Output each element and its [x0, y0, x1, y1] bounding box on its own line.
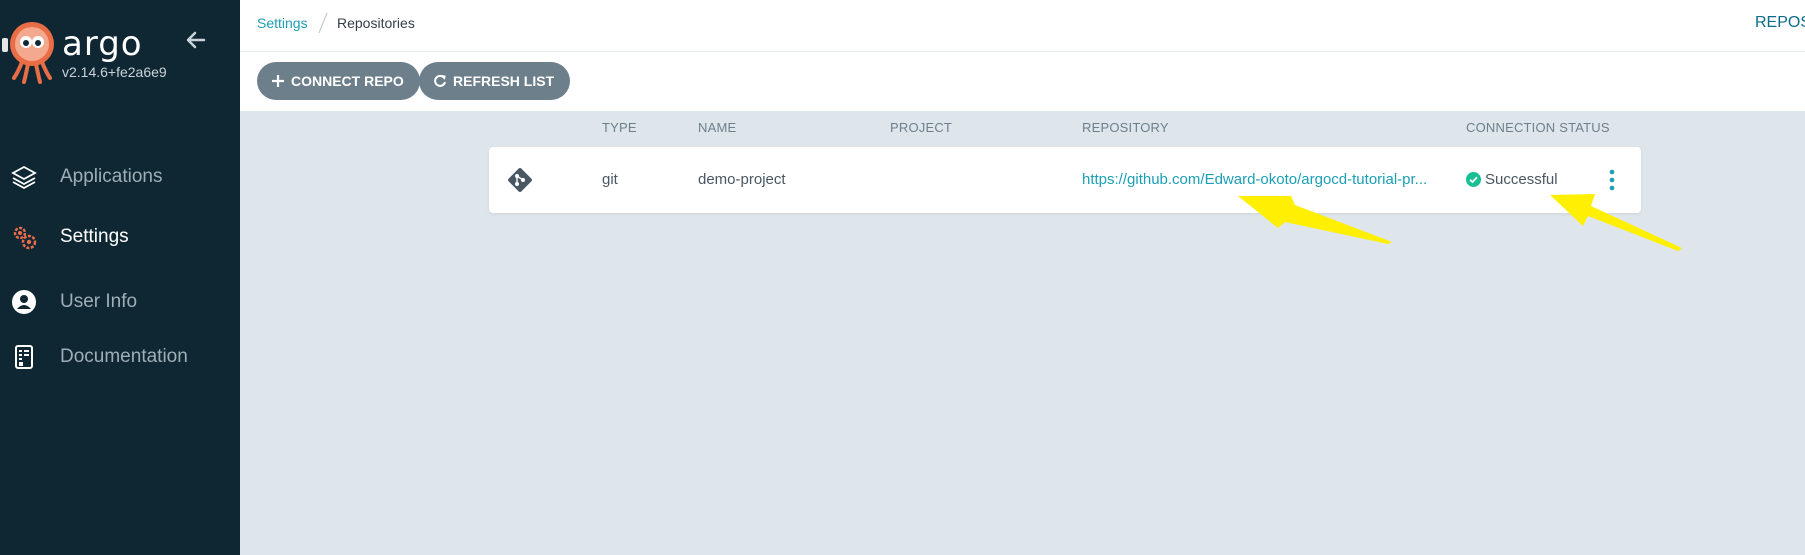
column-header-project: PROJECT [890, 120, 953, 135]
sidebar-item-settings[interactable]: Settings [0, 217, 240, 257]
column-header-connection-status: CONNECTION STATUS [1466, 120, 1610, 135]
column-header-type: TYPE [602, 120, 637, 135]
brand-name: argo [62, 24, 143, 64]
gears-icon [10, 223, 38, 251]
sidebar-item-label: Documentation [60, 346, 188, 367]
sidebar-item-label: User Info [60, 291, 138, 312]
check-circle-icon [1466, 172, 1481, 187]
sidebar: argo v2.14.6+fe2a6e9 Applications Settin… [0, 0, 240, 555]
sidebar-item-user-info[interactable]: User Info [0, 282, 240, 322]
column-header-name: NAME [698, 120, 737, 135]
refresh-icon [433, 74, 447, 88]
repo-url-link[interactable]: https://github.com/Edward-okoto/argocd-t… [1082, 171, 1427, 188]
repo-name: demo-project [698, 171, 786, 188]
connect-repo-button[interactable]: CONNECT REPO [257, 62, 420, 100]
table-row[interactable]: git demo-project https://github.com/Edwa… [489, 147, 1641, 213]
refresh-list-label: REFRESH LIST [453, 73, 555, 89]
sidebar-item-documentation[interactable]: Documentation [0, 337, 240, 377]
plus-icon [271, 74, 285, 88]
breadcrumb-current: Repositories [337, 15, 415, 31]
sidebar-item-label: Applications [60, 166, 163, 187]
book-icon [10, 343, 38, 371]
sidebar-item-label: Settings [60, 226, 129, 247]
user-circle-icon [10, 288, 38, 316]
sidebar-item-applications[interactable]: Applications [0, 157, 240, 197]
refresh-list-button[interactable]: REFRESH LIST [419, 62, 571, 100]
collapse-sidebar-icon[interactable] [184, 28, 208, 52]
more-actions-icon[interactable] [1607, 168, 1617, 192]
layers-icon [10, 163, 38, 191]
top-bar: Settings Repositories REPOS [240, 0, 1805, 52]
app-version: v2.14.6+fe2a6e9 [62, 64, 167, 80]
connect-repo-label: CONNECT REPO [291, 73, 404, 89]
page-title: REPOS [1755, 14, 1805, 31]
argo-logo [0, 22, 60, 84]
breadcrumb-settings[interactable]: Settings [257, 15, 308, 31]
breadcrumb-separator [318, 12, 328, 34]
repo-type: git [602, 171, 618, 188]
column-header-repository: REPOSITORY [1082, 120, 1169, 135]
git-icon [505, 165, 535, 195]
toolbar: CONNECT REPO REFRESH LIST [240, 52, 1805, 111]
connection-status: Successful [1485, 171, 1558, 188]
